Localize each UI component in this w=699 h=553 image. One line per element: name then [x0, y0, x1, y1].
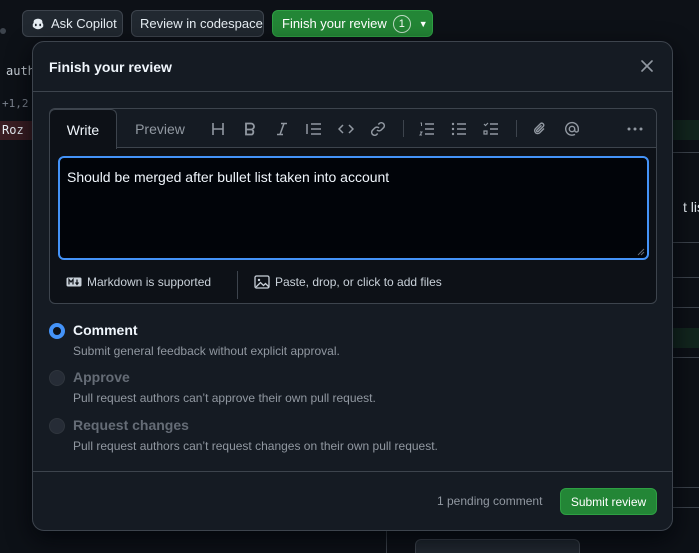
more-icon[interactable] [626, 120, 644, 138]
image-icon [254, 275, 270, 289]
bold-icon[interactable] [241, 120, 259, 138]
background-button[interactable] [415, 539, 580, 553]
option-approve-label: Approve [73, 369, 130, 385]
editor-footer: Markdown is supported Paste, drop, or cl… [50, 267, 656, 304]
heading-icon[interactable] [209, 120, 227, 138]
ordered-list-icon[interactable] [418, 120, 436, 138]
option-request-changes-label: Request changes [73, 417, 189, 433]
resize-handle-icon[interactable] [637, 248, 645, 256]
deleted-line-text: Roz [2, 123, 24, 137]
markdown-note-label: Markdown is supported [87, 275, 212, 289]
status-dot [0, 28, 6, 34]
option-request-changes-desc: Pull request authors can’t request chang… [73, 439, 438, 453]
submit-review-button[interactable]: Submit review [560, 488, 657, 515]
dialog-header: Finish your review [33, 42, 672, 92]
finish-review-label: Finish your review [282, 16, 387, 31]
close-icon[interactable] [638, 57, 656, 75]
italic-icon[interactable] [273, 120, 291, 138]
unordered-list-icon[interactable] [450, 120, 468, 138]
option-request-changes: Request changes Pull request authors can… [49, 416, 649, 456]
pending-comments-text: 1 pending comment [437, 494, 543, 508]
add-files-button[interactable]: Paste, drop, or click to add files [254, 275, 442, 289]
mention-icon[interactable] [563, 120, 581, 138]
dialog-title: Finish your review [49, 59, 172, 75]
editor-toolbar: Write Preview [49, 109, 656, 149]
toolbar-separator [516, 120, 517, 137]
add-files-label: Paste, drop, or click to add files [275, 275, 442, 289]
markdown-icon [66, 277, 82, 287]
background-diff-hunk: +1,2 [2, 97, 29, 110]
tab-write[interactable]: Write [49, 109, 117, 149]
comment-radio[interactable] [49, 323, 65, 339]
copilot-icon [31, 17, 45, 31]
background-deleted-line: Roz [0, 121, 32, 140]
dialog-footer: 1 pending comment Submit review [33, 471, 672, 531]
quote-icon[interactable] [305, 120, 323, 138]
review-codespace-label: Review in codespace [140, 16, 263, 31]
finish-review-dialog: Finish your review Write Preview Should … [32, 41, 673, 531]
background-text: t list [683, 199, 699, 215]
ask-copilot-button[interactable]: Ask Copilot [22, 10, 123, 37]
ask-copilot-label: Ask Copilot [51, 16, 117, 31]
submit-review-label: Submit review [570, 494, 647, 509]
comment-textarea[interactable]: Should be merged after bullet list taken… [58, 156, 649, 260]
background-code-line: auth [6, 64, 35, 78]
request-changes-radio [49, 418, 65, 434]
comment-text: Should be merged after bullet list taken… [67, 169, 390, 185]
option-comment-desc: Submit general feedback without explicit… [73, 344, 340, 358]
caret-down-icon[interactable]: ▼ [419, 19, 428, 29]
task-list-icon[interactable] [482, 120, 500, 138]
option-approve: Approve Pull request authors can’t appro… [49, 368, 649, 408]
pending-count-badge: 1 [392, 14, 411, 33]
footer-separator [237, 271, 238, 299]
finish-review-button[interactable]: Finish your review 1 ▼ [272, 10, 433, 37]
option-comment-label: Comment [73, 322, 138, 338]
approve-radio [49, 370, 65, 386]
review-in-codespace-button[interactable]: Review in codespace [131, 10, 264, 37]
markdown-supported-link[interactable]: Markdown is supported [66, 275, 211, 289]
option-comment[interactable]: Comment Submit general feedback without … [49, 321, 649, 361]
option-approve-desc: Pull request authors can’t approve their… [73, 391, 376, 405]
link-icon[interactable] [369, 120, 387, 138]
comment-editor: Write Preview Should be merged after bul… [49, 108, 657, 304]
toolbar-separator [403, 120, 404, 137]
code-icon[interactable] [337, 120, 355, 138]
attach-icon[interactable] [531, 120, 549, 138]
tab-preview[interactable]: Preview [126, 109, 194, 149]
